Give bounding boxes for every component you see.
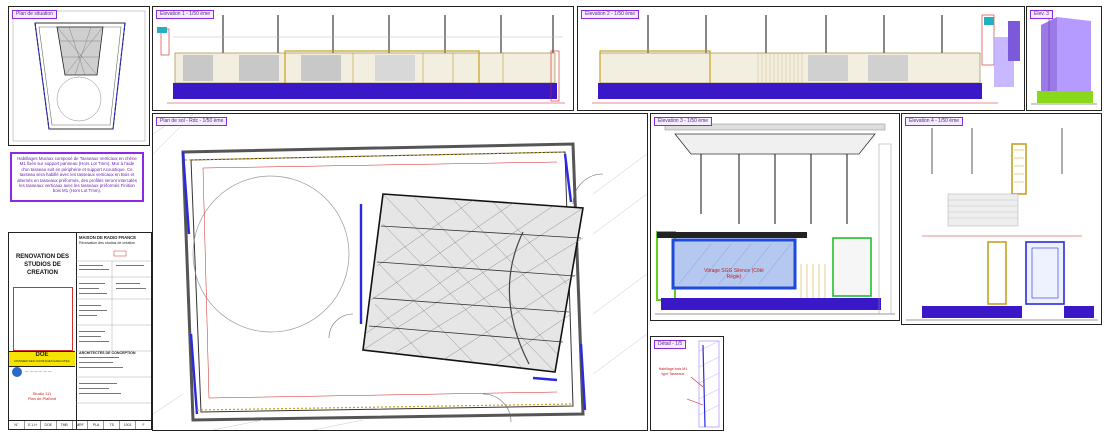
elevation-small-tag: Elev. 3 (1030, 10, 1053, 19)
main-plan-panel: Plan de sol - Rdc - 1/50 ème (152, 113, 648, 431)
title-block-bottom-row: N° E.1.H DOE TMB MRF PLA TS 1001 F (9, 420, 151, 429)
client-title: MAISON DE RADIO FRANCE (79, 235, 136, 240)
title-block-right: MAISON DE RADIO FRANCE Rénovation des st… (76, 233, 151, 429)
bottom-cell: TS (104, 421, 121, 429)
plan-thumbnail-drawing (12, 10, 146, 142)
logo-frame (13, 287, 73, 351)
main-plan-drawing (153, 114, 647, 430)
plan-thumbnail-panel: Plan de situation (8, 6, 150, 146)
drawing-subtitle: Plan de Plafond (27, 396, 57, 401)
detail-tag: Détail - 1/5 (654, 340, 687, 349)
bottom-cell: DOE (41, 421, 57, 429)
doe-sublabel: DOSSIER DES OUVRAGES EXECUTES (14, 359, 70, 363)
doe-label: DOE (35, 352, 49, 358)
elevation-small-drawing (1031, 17, 1097, 105)
elevation-4-tag: Elevation 4 - 1/50 ème (905, 117, 964, 126)
bottom-cell: F (142, 423, 145, 427)
glass-label: Vitrage SGG Silence (Côté Régie) (704, 268, 764, 280)
client-subtitle: Rénovation des studios de création (79, 241, 136, 245)
company-text: — — — — — — (25, 369, 52, 373)
main-plan-tag: Plan de sol - Rdc - 1/50 ème (156, 117, 228, 126)
architect-label: ARCHITECTES DE CONCEPTION (79, 351, 136, 355)
detail-panel: Habillage bois M1 type Tasseaux Détail -… (650, 336, 724, 431)
elevation-1-panel: Elevation 1 - 1/50 ème (152, 6, 574, 111)
detail-note: Habillage bois M1 type Tasseaux (658, 367, 688, 376)
specification-note: Habillages Muraux composé de Tasseaux Ve… (10, 152, 144, 202)
detail-drawing (686, 340, 720, 428)
elevation-3-panel: Vitrage SGG Silence (Côté Régie) Elevati… (650, 113, 900, 321)
elevation-3-tag: Elevation 3 - 1/50 ème (654, 117, 713, 126)
elevation-4-panel: Elevation 4 - 1/50 ème (901, 113, 1102, 325)
bottom-cell: TMB (57, 421, 73, 429)
title-block-lines (76, 250, 151, 404)
title-block: RENOVATION DES STUDIOS DE CREATION DOE D… (8, 232, 152, 430)
bottom-cell: N° (9, 421, 25, 429)
elevation-4-drawing (906, 128, 1098, 321)
plan-thumbnail-tag: Plan de situation (12, 10, 57, 19)
bottom-cell: MRF (73, 421, 89, 429)
bottom-cell: E.1.H (25, 421, 41, 429)
company-logo (12, 367, 22, 377)
project-title: RENOVATION DES STUDIOS DE CREATION (15, 254, 70, 276)
elevation-2-panel: Elevation 2 - 1/50 ème (577, 6, 1025, 111)
elevation-2-tag: Elevation 2 - 1/50 ème (581, 10, 640, 19)
bottom-cell: PLA (88, 421, 105, 429)
doe-box: DOE DOSSIER DES OUVRAGES EXECUTES (9, 351, 75, 367)
elevation-3-drawing (655, 123, 895, 315)
elevation-1-drawing (157, 15, 565, 104)
elevation-small-panel: Elev. 3 (1026, 6, 1102, 111)
bottom-cell: 1001 (120, 421, 137, 429)
title-block-left: RENOVATION DES STUDIOS DE CREATION DOE D… (9, 233, 77, 429)
elevation-2-drawing (592, 14, 1020, 104)
elevation-1-tag: Elevation 1 - 1/50 ème (156, 10, 215, 19)
